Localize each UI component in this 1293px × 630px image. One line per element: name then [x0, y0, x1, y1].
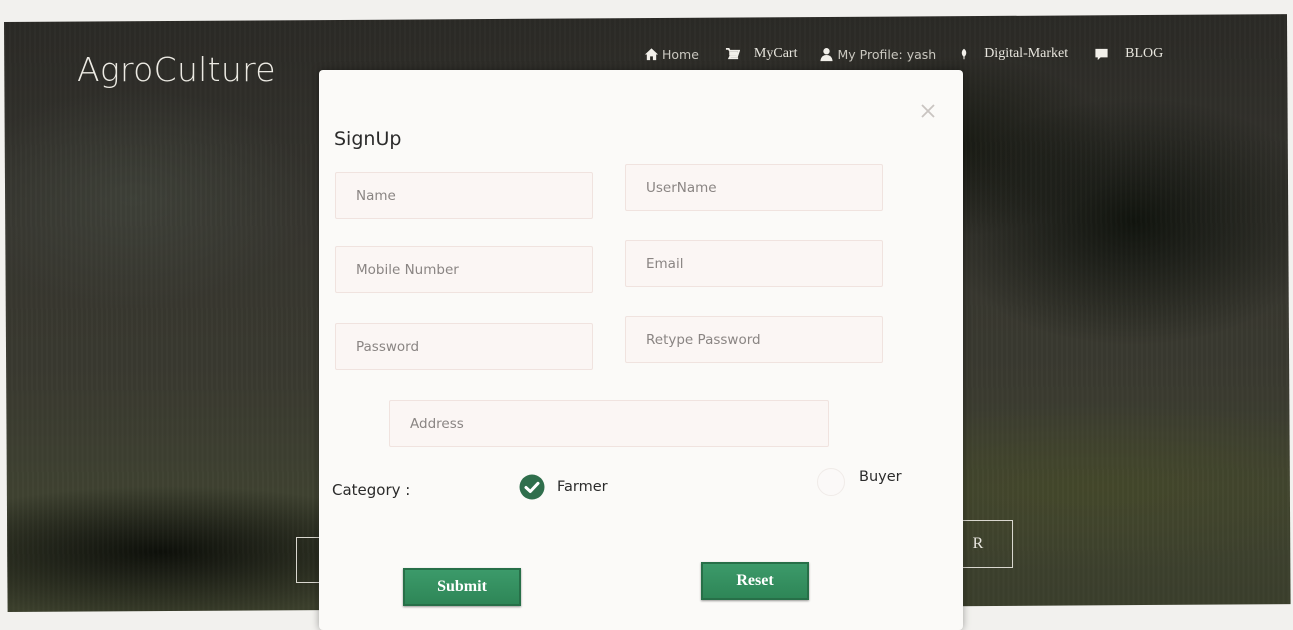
radio-farmer[interactable]: Farmer — [519, 474, 608, 500]
password-input[interactable] — [354, 337, 574, 356]
retype-password-field[interactable] — [625, 316, 883, 363]
nav-blog[interactable]: BLOG — [1094, 46, 1163, 62]
hero-right-button-label: R — [972, 535, 984, 552]
cart-icon — [725, 47, 740, 59]
top-navbar: Home MyCart My Profile: yash Digital-Mar… — [644, 43, 1163, 65]
modal-title: SignUp — [334, 128, 402, 150]
reset-button[interactable]: Reset — [701, 562, 809, 600]
username-input[interactable] — [644, 178, 864, 197]
radio-empty-icon — [817, 468, 845, 496]
radio-farmer-label: Farmer — [557, 479, 608, 495]
submit-button[interactable]: Submit — [403, 568, 521, 606]
close-icon[interactable] — [917, 100, 939, 122]
nav-blog-label: BLOG — [1125, 46, 1164, 61]
password-field[interactable] — [335, 323, 593, 370]
retype-password-input[interactable] — [644, 330, 864, 349]
leaf-icon — [961, 48, 967, 60]
nav-profile[interactable]: My Profile: yash — [819, 47, 936, 62]
address-input[interactable] — [408, 414, 810, 433]
name-input[interactable] — [354, 186, 574, 205]
submit-button-label: Submit — [437, 578, 487, 595]
comment-icon — [1095, 48, 1108, 60]
mobile-field[interactable] — [335, 246, 593, 293]
radio-buyer[interactable]: Buyer — [817, 468, 902, 496]
nav-digital-market[interactable]: Digital-Market — [958, 46, 1068, 62]
nav-digital-market-label: Digital-Market — [984, 46, 1069, 61]
category-label: Category : — [332, 481, 411, 499]
nav-home[interactable]: Home — [644, 47, 699, 62]
mobile-input[interactable] — [354, 260, 574, 279]
radio-buyer-label: Buyer — [859, 469, 902, 485]
username-field[interactable] — [625, 164, 883, 211]
name-field[interactable] — [335, 172, 593, 219]
address-field[interactable] — [389, 400, 829, 447]
nav-mycart[interactable]: MyCart — [725, 46, 798, 62]
email-field[interactable] — [625, 240, 883, 287]
check-circle-icon — [519, 474, 545, 500]
hero-left-button[interactable] — [296, 537, 321, 583]
user-icon — [820, 47, 834, 61]
reset-button-label: Reset — [736, 572, 774, 589]
email-input[interactable] — [644, 254, 864, 273]
signup-modal: SignUp Category : Farmer Buyer Submit Re… — [319, 70, 963, 630]
nav-profile-label: My Profile: yash — [837, 46, 937, 62]
brand-logo[interactable]: AgroCulture — [77, 50, 276, 89]
nav-home-label: Home — [662, 46, 699, 62]
home-icon — [644, 47, 659, 60]
nav-mycart-label: MyCart — [753, 46, 798, 61]
